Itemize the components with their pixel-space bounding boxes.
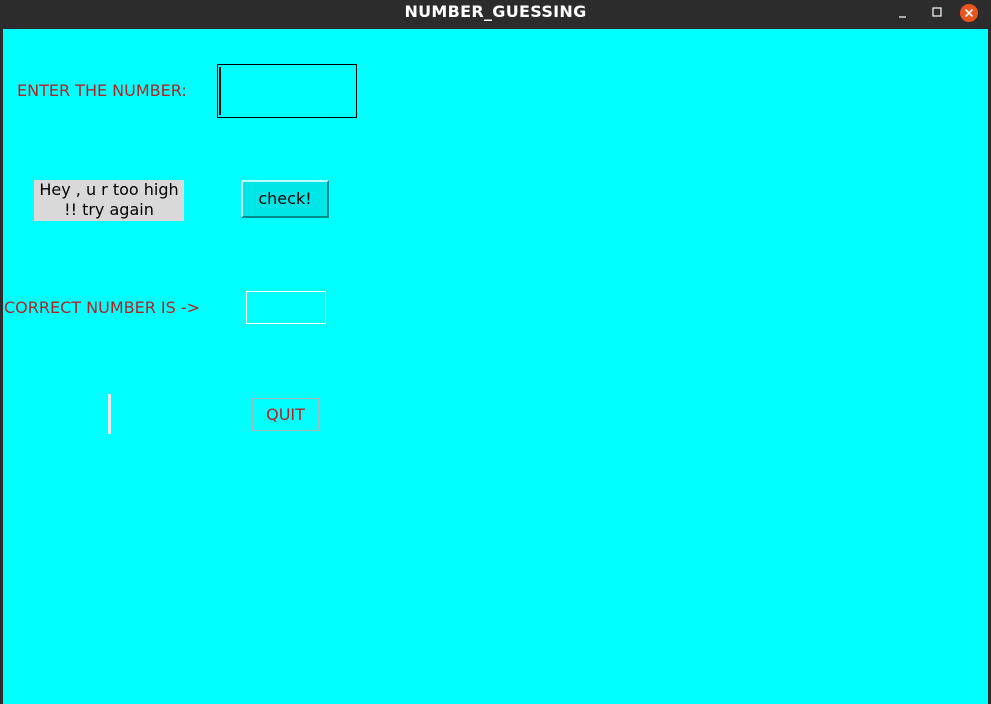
correct-number-field[interactable] bbox=[246, 291, 326, 324]
hint-message-line2: !! try again bbox=[64, 200, 154, 219]
maximize-button[interactable] bbox=[928, 4, 946, 22]
number-input[interactable] bbox=[217, 64, 357, 118]
app-window: NUMBER_GUESSING ENTER THE NUMBER: Hey , … bbox=[0, 0, 991, 704]
hint-message: Hey , u r too high !! try again bbox=[34, 180, 184, 221]
maximize-icon bbox=[932, 7, 942, 17]
window-title: NUMBER_GUESSING bbox=[404, 2, 587, 21]
quit-button[interactable]: QUIT bbox=[252, 398, 319, 431]
enter-number-label: ENTER THE NUMBER: bbox=[17, 81, 187, 100]
close-button[interactable] bbox=[960, 4, 978, 22]
text-cursor bbox=[219, 67, 221, 115]
minimize-icon bbox=[899, 16, 906, 18]
hint-message-line1: Hey , u r too high bbox=[39, 180, 179, 199]
vertical-separator bbox=[108, 394, 111, 434]
correct-number-label: CORRECT NUMBER IS -> bbox=[4, 298, 201, 317]
title-bar: NUMBER_GUESSING bbox=[0, 0, 991, 28]
close-icon bbox=[964, 8, 974, 18]
main-canvas: ENTER THE NUMBER: Hey , u r too high !! … bbox=[3, 29, 988, 704]
check-button[interactable]: check! bbox=[241, 180, 329, 218]
minimize-button[interactable] bbox=[894, 4, 912, 22]
